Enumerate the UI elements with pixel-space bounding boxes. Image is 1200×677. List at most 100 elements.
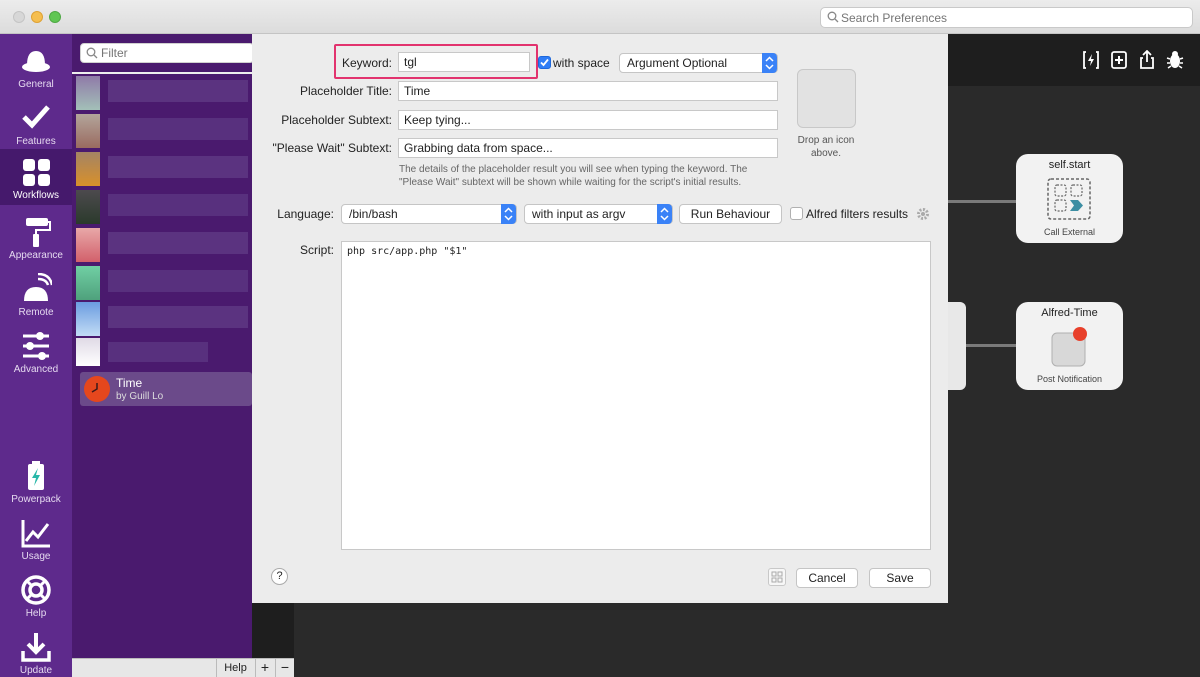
zoom-window-button[interactable] — [49, 11, 61, 23]
please-wait-field[interactable]: Grabbing data from space... — [398, 138, 778, 158]
paint-roller-icon — [26, 218, 51, 247]
sidebar-item-appearance[interactable]: Appearance — [0, 210, 72, 266]
add-workflow-button[interactable]: + — [255, 659, 274, 677]
canvas-toolbar — [948, 34, 1200, 86]
selected-workflow-item[interactable]: Time by Guill Lo — [80, 372, 252, 406]
list-item[interactable] — [72, 300, 252, 338]
grid-icon — [771, 571, 783, 583]
sidebar-item-powerpack[interactable]: Powerpack — [0, 454, 72, 510]
list-item[interactable] — [72, 112, 252, 150]
please-wait-label: "Please Wait" Subtext: — [272, 141, 392, 155]
sidebar-item-general[interactable]: General — [0, 39, 72, 95]
sidebar-item-label: General — [18, 79, 54, 90]
sidebar-item-label: Usage — [21, 551, 51, 562]
expand-editor-button[interactable] — [768, 568, 786, 586]
sidebar-item-label: Workflows — [13, 190, 59, 201]
sidebar-item-advanced[interactable]: Advanced — [0, 324, 72, 380]
close-window-button[interactable] — [13, 11, 25, 23]
search-preferences-field[interactable] — [820, 7, 1193, 28]
list-item[interactable] — [72, 150, 252, 188]
sidebar-item-label: Powerpack — [11, 494, 61, 505]
sidebar-item-workflows[interactable]: Workflows — [0, 149, 72, 205]
call-external-icon — [1047, 178, 1091, 220]
placeholder-subtext-label: Placeholder Subtext: — [281, 113, 392, 127]
placeholder-description: The details of the placeholder result yo… — [399, 164, 748, 188]
chevron-updown-icon — [501, 204, 516, 224]
language-select[interactable]: /bin/bash — [341, 204, 517, 224]
sidebar-item-label: Features — [16, 136, 56, 147]
keyword-field[interactable]: tgl — [398, 52, 530, 72]
minimize-window-button[interactable] — [31, 11, 43, 23]
lifebuoy-icon — [21, 575, 51, 605]
preferences-sidebar: General Features Workflows Appearance Re… — [0, 34, 72, 677]
download-icon — [21, 633, 51, 662]
checkmark-icon — [22, 105, 50, 129]
remove-workflow-button[interactable]: − — [275, 659, 294, 677]
script-filter-node-edge[interactable] — [946, 302, 966, 390]
sidebar-item-update[interactable]: Update — [0, 625, 72, 677]
script-label: Script: — [299, 243, 334, 257]
icon-drop-well[interactable] — [797, 69, 856, 128]
sidebar-item-label: Advanced — [13, 364, 59, 375]
placeholder-title-field[interactable]: Time — [398, 81, 778, 101]
clock-icon — [84, 376, 110, 402]
title-bar — [0, 0, 1200, 34]
run-behaviour-button[interactable]: Run Behaviour — [679, 204, 782, 224]
sidebar-item-remote[interactable]: Remote — [0, 267, 72, 323]
node-subtitle: Call External — [1043, 227, 1096, 237]
remote-icon — [24, 273, 52, 301]
script-editor[interactable]: php src/app.php "$1" — [341, 241, 931, 550]
list-item[interactable] — [72, 264, 252, 302]
list-item[interactable] — [72, 74, 252, 112]
list-item[interactable] — [72, 188, 252, 226]
input-mode-select[interactable]: with input as argv — [524, 204, 673, 224]
node-title: self.start — [1048, 159, 1091, 171]
alfred-filters-checkbox[interactable] — [790, 207, 803, 220]
chart-icon — [21, 520, 50, 548]
connector-line — [948, 200, 1016, 203]
workflow-filter-field[interactable] — [80, 43, 254, 63]
help-button[interactable]: Help — [216, 659, 254, 677]
workflow-filter-input[interactable] — [101, 45, 251, 61]
post-notification-node[interactable]: Alfred-Time Post Notification — [1016, 302, 1123, 390]
sidebar-item-label: Help — [25, 608, 47, 619]
help-question-button[interactable]: ? — [271, 568, 288, 585]
sidebar-item-label: Update — [19, 665, 53, 676]
argument-select-value: Argument Optional — [627, 56, 728, 70]
gear-icon[interactable] — [916, 207, 930, 221]
debug-variables-icon[interactable] — [1082, 50, 1100, 70]
node-title: Alfred-Time — [1041, 307, 1098, 319]
placeholder-subtext-field[interactable]: Keep tying... — [398, 110, 778, 130]
connector-line — [964, 344, 1016, 347]
checkmark-icon — [540, 58, 549, 67]
input-mode-value: with input as argv — [532, 207, 626, 221]
save-button[interactable]: Save — [869, 568, 931, 588]
search-preferences-input[interactable] — [841, 9, 1181, 26]
search-icon — [827, 11, 839, 23]
workflow-name: Time — [116, 376, 143, 390]
call-external-node[interactable]: self.start Call External — [1016, 154, 1123, 243]
notification-icon — [1051, 327, 1087, 367]
search-icon — [86, 47, 98, 59]
debug-bug-icon[interactable] — [1166, 50, 1184, 70]
sidebar-item-features[interactable]: Features — [0, 96, 72, 152]
with-space-checkbox[interactable] — [538, 56, 551, 69]
alfred-filters-label: Alfred filters results — [806, 207, 909, 221]
keyword-label: Keyword: — [341, 56, 392, 70]
drop-icon-hint: Drop an icon above. — [797, 135, 855, 159]
add-object-icon[interactable] — [1110, 50, 1128, 70]
sliders-icon — [23, 332, 49, 360]
hat-icon — [22, 51, 50, 72]
grid-icon — [23, 159, 50, 186]
placeholder-title-label: Placeholder Title: — [299, 84, 392, 98]
share-icon[interactable] — [1138, 50, 1156, 70]
chevron-updown-icon — [657, 204, 672, 224]
list-item[interactable] — [72, 336, 252, 374]
sidebar-item-help[interactable]: Help — [0, 568, 72, 624]
argument-select[interactable]: Argument Optional — [619, 53, 778, 73]
sidebar-item-usage[interactable]: Usage — [0, 511, 72, 567]
language-select-value: /bin/bash — [349, 207, 398, 221]
battery-icon — [28, 461, 44, 490]
cancel-button[interactable]: Cancel — [796, 568, 858, 588]
list-item[interactable] — [72, 226, 252, 264]
